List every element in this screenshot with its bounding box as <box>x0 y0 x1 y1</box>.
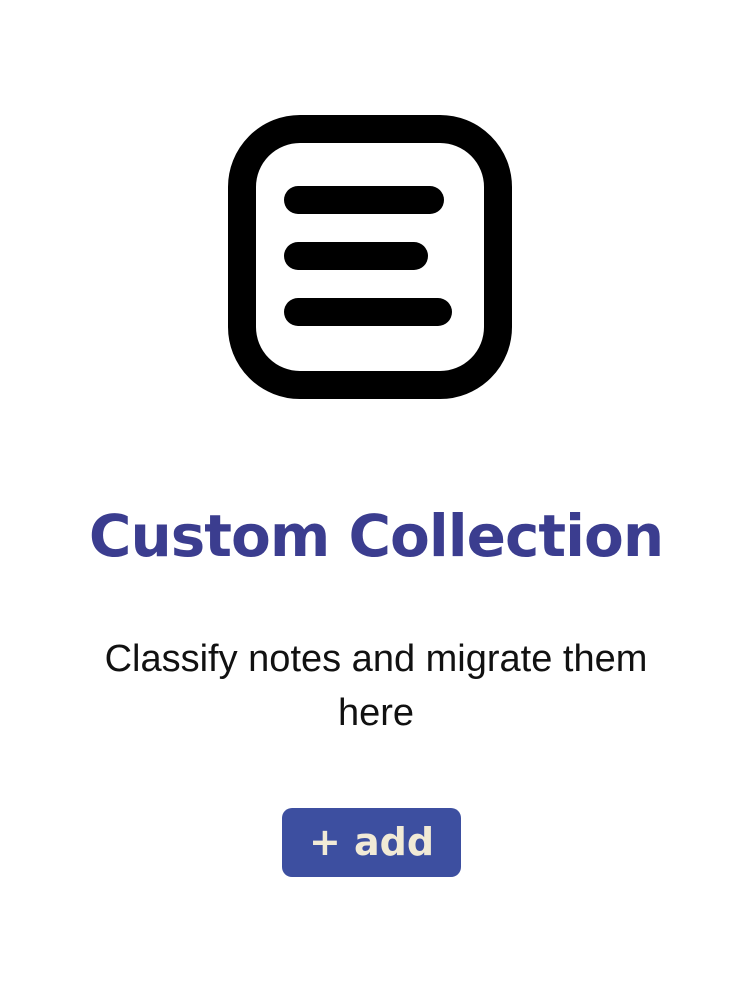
empty-collection-screen: Custom Collection Classify notes and mig… <box>0 0 752 982</box>
collection-description: Classify notes and migrate them here <box>104 638 648 734</box>
collection-title: Custom Collection <box>88 502 664 570</box>
add-button[interactable]: + add <box>282 808 461 877</box>
notes-list-icon <box>228 115 512 399</box>
